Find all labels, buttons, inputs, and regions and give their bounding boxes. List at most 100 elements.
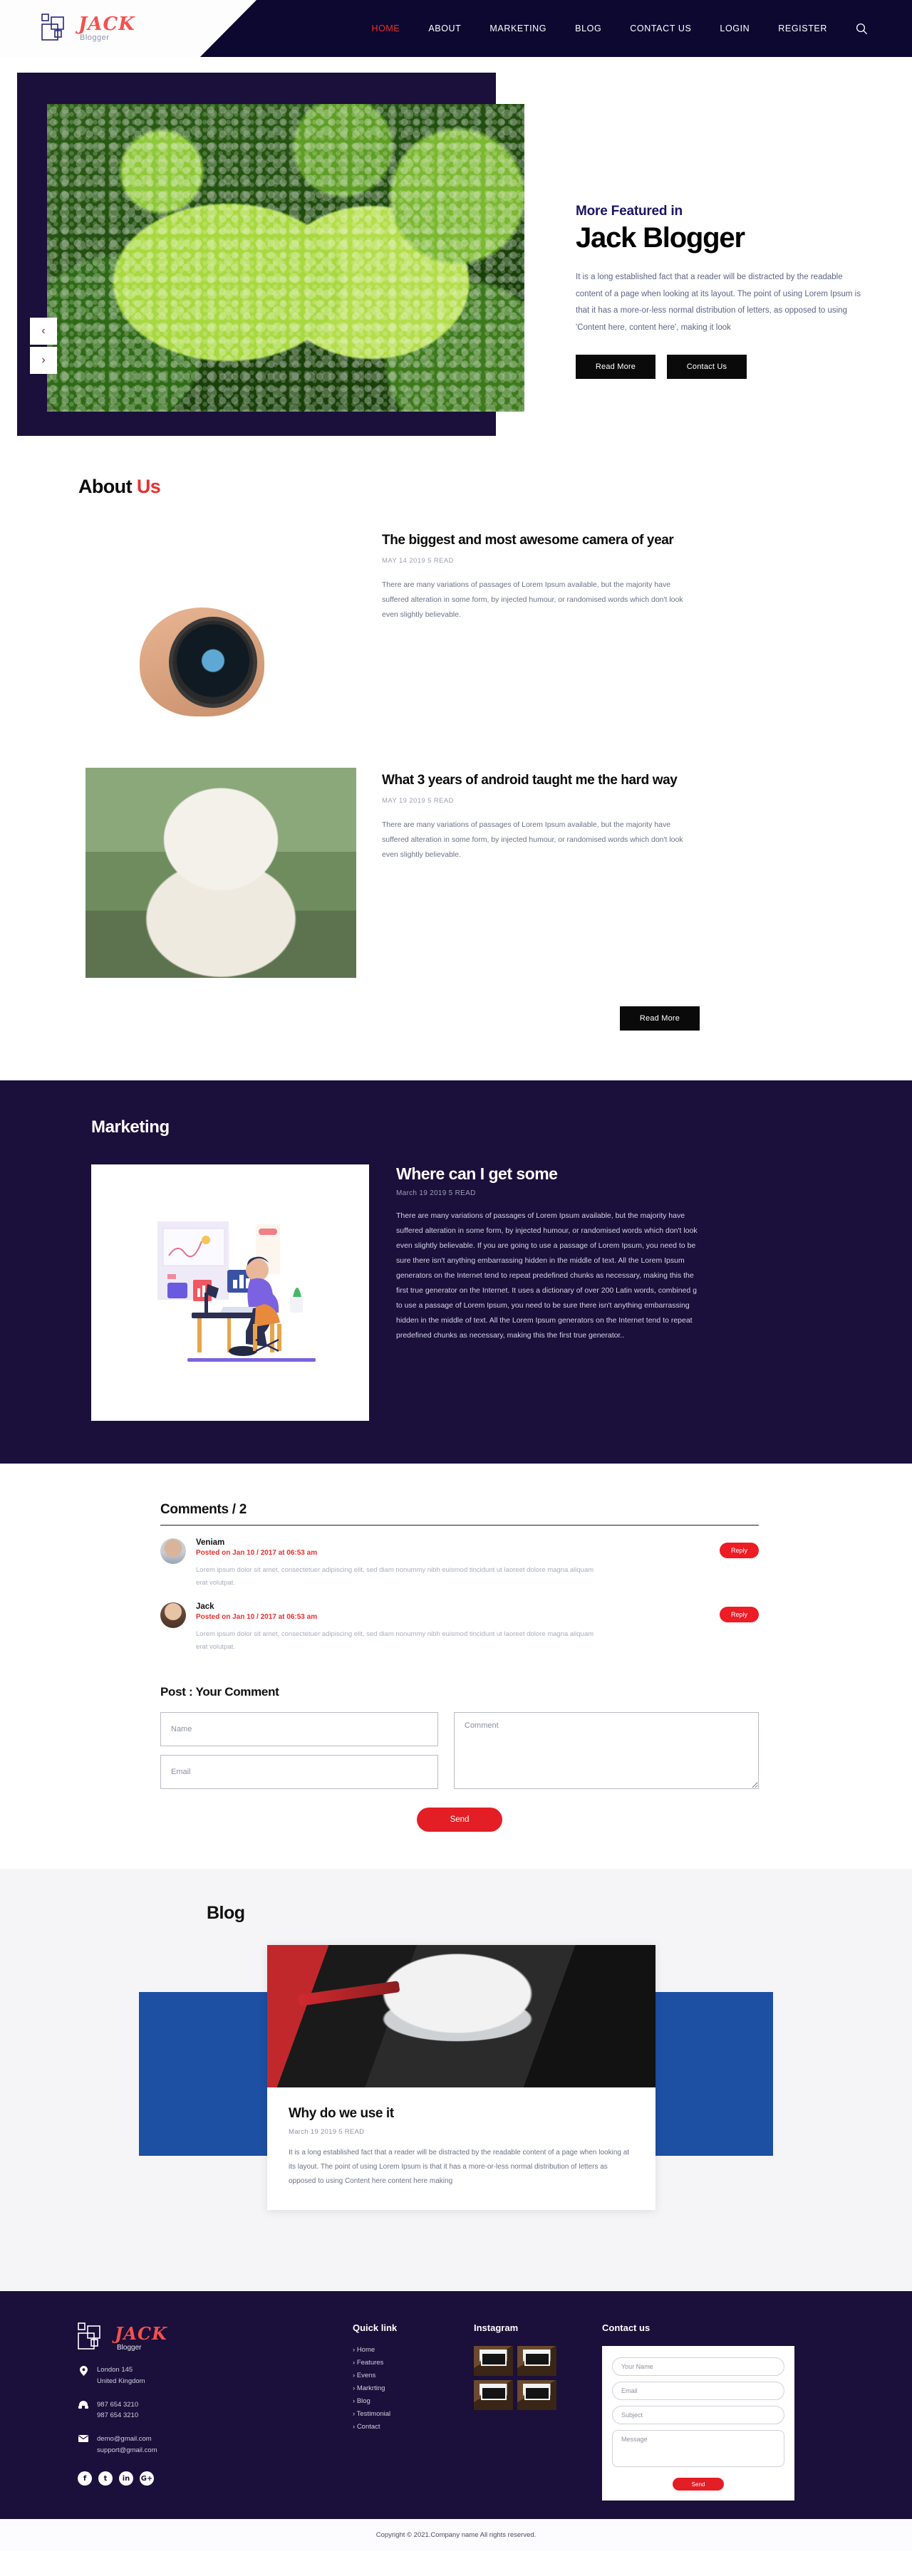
location-pin-icon (78, 2364, 89, 2377)
comment-email-input[interactable] (160, 1755, 438, 1790)
footer-link-testimonial[interactable]: › Testimonial (353, 2410, 474, 2418)
footer-link-contact[interactable]: › Contact (353, 2423, 474, 2431)
slider-prev-button[interactable]: ‹ (30, 318, 57, 345)
comment-send-button[interactable]: Send (417, 1808, 502, 1832)
footer-link-home[interactable]: › Home (353, 2346, 474, 2354)
blog-card[interactable]: Why do we use it March 19 2019 5 READ It… (267, 1945, 656, 2211)
nav-item-home[interactable]: HOME (371, 24, 400, 33)
slider-next-button[interactable]: › (30, 347, 57, 374)
footer-send-button[interactable]: Send (673, 2478, 724, 2491)
footer-message-textarea[interactable] (612, 2430, 784, 2468)
footer-link-features[interactable]: › Features (353, 2359, 474, 2367)
footer-brand-column: JACK Blogger London 145 United Kingdom 9… (68, 2322, 353, 2501)
marketing-section: Marketing Where can I get some March 19 … (0, 1080, 912, 1464)
blog-card-text: It is a long established fact that a rea… (289, 2149, 630, 2186)
footer-link-label: Home (356, 2346, 375, 2355)
about-card-heading: What 3 years of android taught me the ha… (382, 773, 678, 788)
footer-name-input[interactable] (612, 2357, 784, 2377)
comment-message-textarea[interactable] (454, 1712, 759, 1790)
linkedin-icon[interactable]: in (119, 2471, 133, 2486)
post-comment-form: Post : Your Comment Send (153, 1685, 759, 1832)
about-card-body: The biggest and most awesome camera of y… (382, 528, 688, 738)
comment-text: Lorem ipsum dolor sit amet, consectetuer… (196, 1630, 594, 1652)
nav-item-register[interactable]: REGISTER (778, 24, 827, 33)
footer-socials: f t in G+ (78, 2471, 353, 2486)
footer-link-label: Features (356, 2359, 384, 2367)
logo-subtitle: Blogger (80, 33, 110, 42)
reply-button[interactable]: Reply (719, 1543, 759, 1558)
comment-date: Posted on Jan 10 / 2017 at 06:53 am (196, 1549, 318, 1557)
envelope-icon (78, 2434, 89, 2442)
about-card-heading: The biggest and most awesome camera of y… (382, 533, 674, 548)
footer-send-row: Send (612, 2478, 784, 2491)
footer-phone-2: 987 654 3210 (97, 2411, 139, 2420)
footer-inner: JACK Blogger London 145 United Kingdom 9… (68, 2322, 844, 2501)
footer-quick-link-title: Quick link (353, 2322, 398, 2334)
nav-item-blog[interactable]: BLOG (575, 24, 601, 33)
blog-card-heading: Why do we use it (289, 2106, 394, 2122)
footer-email-line: demo@gmail.com support@gmail.com (78, 2434, 353, 2456)
google-plus-icon[interactable]: G+ (140, 2471, 154, 2486)
blog-card-body: Why do we use it March 19 2019 5 READ It… (267, 2087, 656, 2210)
footer-contact-title: Contact us (602, 2322, 651, 2334)
hero-contact-us-button[interactable]: Contact Us (667, 355, 747, 380)
footer-link-markrting[interactable]: › Markrting (353, 2384, 474, 2392)
comment-item: Veniam Posted on Jan 10 / 2017 at 06:53 … (160, 1526, 759, 1590)
comment-body: Veniam Posted on Jan 10 / 2017 at 06:53 … (196, 1538, 595, 1590)
nav-item-about[interactable]: ABOUT (428, 24, 461, 33)
instagram-thumb[interactable] (474, 2346, 513, 2377)
about-readmore-row: Read More (78, 1006, 834, 1031)
hero-section: ‹ › More Featured in Jack Blogger It is … (0, 57, 912, 456)
about-section-title: About Us (78, 476, 834, 498)
post-comment-left-col (160, 1712, 438, 1790)
footer-link-evens[interactable]: › Evens (353, 2372, 474, 2379)
comment-text: Lorem ipsum dolor sit amet, consectetuer… (196, 1566, 594, 1587)
about-card-body: What 3 years of android taught me the ha… (382, 768, 688, 978)
about-thumb-camera (86, 528, 356, 738)
footer-instagram-column: Instagram (474, 2322, 602, 2501)
site-logo[interactable]: JACK Blogger (41, 14, 135, 43)
post-comment-grid (160, 1712, 759, 1790)
instagram-thumb[interactable] (517, 2346, 556, 2377)
comments-title: Comments / 2 (160, 1502, 247, 1517)
instagram-thumb[interactable] (517, 2380, 556, 2411)
marketing-text-block: Where can I get some March 19 2019 5 REA… (396, 1164, 834, 1421)
comment-name-input[interactable] (160, 1712, 438, 1747)
hero-buttons: Read More Contact Us (576, 355, 861, 380)
footer-phone-line: 987 654 3210 987 654 3210 (78, 2399, 353, 2421)
footer-email-input[interactable] (612, 2382, 784, 2401)
about-card-meta: MAY 19 2019 5 READ (382, 796, 454, 805)
nav-item-login[interactable]: LOGIN (720, 24, 750, 33)
reply-button[interactable]: Reply (719, 1607, 759, 1623)
footer-subject-input[interactable] (612, 2406, 784, 2425)
footer-logo[interactable]: JACK Blogger (78, 2322, 353, 2352)
comment-item: Jack Posted on Jan 10 / 2017 at 06:53 am… (160, 1590, 759, 1654)
twitter-icon[interactable]: t (98, 2471, 113, 2486)
copyright-bar: Copyright © 2021.Company name All rights… (0, 2519, 912, 2552)
footer-email-1: demo@gmail.com (97, 2434, 152, 2443)
nav-item-contact-us[interactable]: CONTACT US (630, 24, 691, 33)
comment-date: Posted on Jan 10 / 2017 at 06:53 am (196, 1613, 318, 1622)
footer-link-label: Testimonial (356, 2410, 391, 2419)
footer-contact-column: Contact us Send (602, 2322, 837, 2501)
instagram-thumb[interactable] (474, 2380, 513, 2411)
hero-read-more-button[interactable]: Read More (576, 355, 656, 380)
footer-link-blog[interactable]: › Blog (353, 2397, 474, 2405)
about-card-text: There are many variations of passages of… (382, 820, 683, 859)
hero-slider-controls: ‹ › (30, 318, 57, 374)
hero-kicker: More Featured in (576, 204, 683, 219)
about-container: About Us The biggest and most awesome ca… (78, 476, 834, 1031)
about-read-more-button[interactable]: Read More (620, 1006, 700, 1031)
footer-phones: 987 654 3210 987 654 3210 (97, 2399, 138, 2421)
footer-address-line: London 145 United Kingdom (78, 2364, 353, 2387)
marketing-section-title: Marketing (91, 1117, 170, 1137)
nav-item-marketing[interactable]: MARKETING (489, 24, 546, 33)
site-header: JACK Blogger HOME ABOUT MARKETING BLOG C… (0, 0, 912, 57)
footer-instagram-title: Instagram (474, 2322, 519, 2334)
avatar (160, 1602, 186, 1629)
footer-quick-links-column: Quick link › Home › Features › Evens › M… (353, 2322, 474, 2501)
facebook-icon[interactable]: f (78, 2471, 92, 2486)
search-button[interactable] (856, 23, 868, 35)
hero-title: Jack Blogger (576, 222, 745, 254)
hero-text-block: More Featured in Jack Blogger It is a lo… (576, 204, 861, 380)
